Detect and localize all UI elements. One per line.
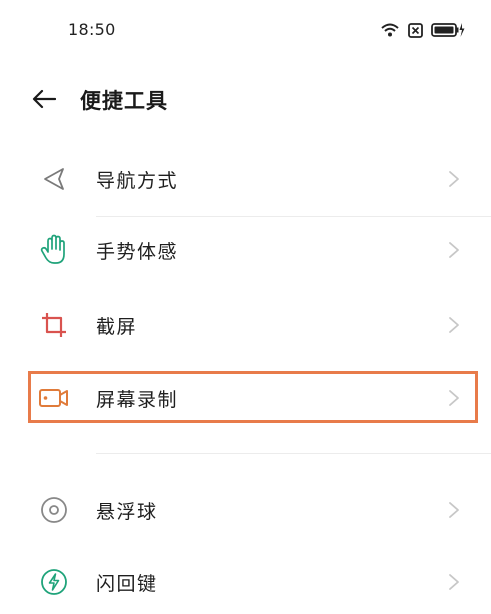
list-item-label: 手势体感	[96, 241, 179, 263]
list-item-label: 截屏	[96, 316, 138, 338]
list-item-label: 闪回键	[96, 573, 158, 595]
chevron-right-icon	[449, 317, 459, 333]
back-button[interactable]	[28, 84, 60, 114]
highlight-box	[28, 371, 478, 423]
page-header: 便捷工具	[0, 74, 491, 124]
arrow-left-icon	[32, 89, 56, 109]
floating-ball-icon	[36, 492, 72, 528]
divider	[96, 216, 491, 217]
wifi-icon	[380, 22, 400, 42]
sim-icon	[408, 22, 423, 42]
status-bar: 18:50	[0, 0, 491, 64]
status-icons	[380, 22, 465, 42]
list-item-gestures[interactable]: 手势体感	[0, 218, 491, 282]
battery-charging-icon	[431, 22, 465, 42]
chevron-right-icon	[449, 502, 459, 518]
list-item-navigation[interactable]: 导航方式	[0, 147, 491, 211]
chevron-right-icon	[449, 171, 459, 187]
section-divider	[96, 453, 491, 454]
flash-back-icon	[36, 564, 72, 600]
hand-gesture-icon	[36, 232, 72, 268]
crop-icon	[36, 307, 72, 343]
list-item-label: 导航方式	[96, 170, 179, 192]
page-title: 便捷工具	[80, 89, 168, 113]
navigation-triangle-icon	[36, 161, 72, 197]
status-time: 18:50	[68, 20, 116, 39]
chevron-right-icon	[449, 574, 459, 590]
list-item-label: 悬浮球	[96, 501, 158, 523]
list-item-screenshot[interactable]: 截屏	[0, 293, 491, 357]
list-item-flash-back[interactable]: 闪回键	[0, 550, 491, 614]
list-item-floating-ball[interactable]: 悬浮球	[0, 478, 491, 542]
chevron-right-icon	[449, 242, 459, 258]
